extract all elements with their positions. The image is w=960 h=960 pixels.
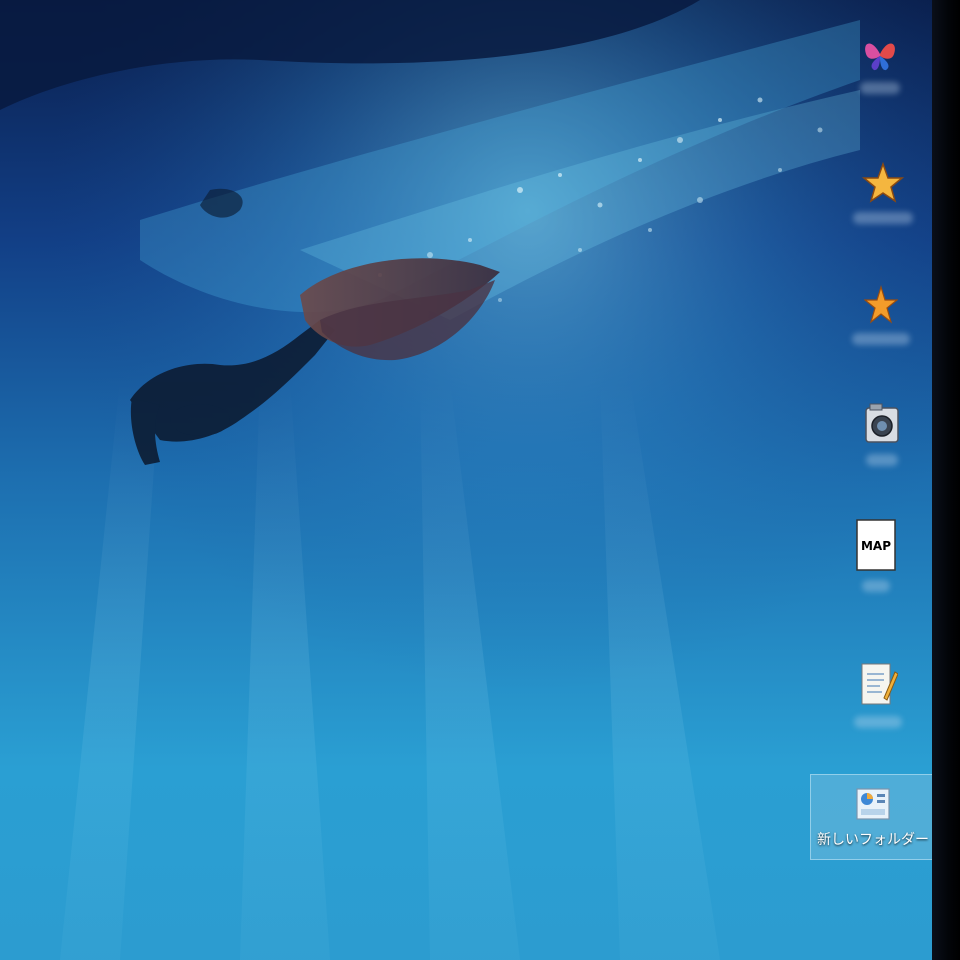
map-icon: MAP — [856, 519, 896, 571]
desktop-icon-butterfly[interactable] — [840, 34, 920, 94]
desktop-icon-star-1[interactable] — [843, 162, 923, 224]
star-icon — [864, 285, 898, 324]
camera-icon — [865, 403, 899, 443]
svg-text:MAP: MAP — [861, 539, 891, 553]
desktop-icon-notepad[interactable] — [838, 660, 918, 728]
folder-icon — [856, 788, 890, 820]
star-icon — [862, 162, 904, 203]
butterfly-icon — [865, 43, 895, 71]
folder-label: 新しいフォルダー — [817, 832, 929, 848]
notepad-icon — [861, 663, 898, 705]
desktop-icon-map[interactable]: MAP — [836, 518, 916, 592]
desktop: MAP 新しいフォルダー — [0, 0, 960, 960]
monitor-bezel — [932, 0, 960, 960]
desktop-icon-camera[interactable] — [842, 400, 922, 466]
new-folder-icon-selected[interactable]: 新しいフォルダー — [810, 774, 936, 860]
desktop-icon-star-2[interactable] — [841, 285, 921, 345]
